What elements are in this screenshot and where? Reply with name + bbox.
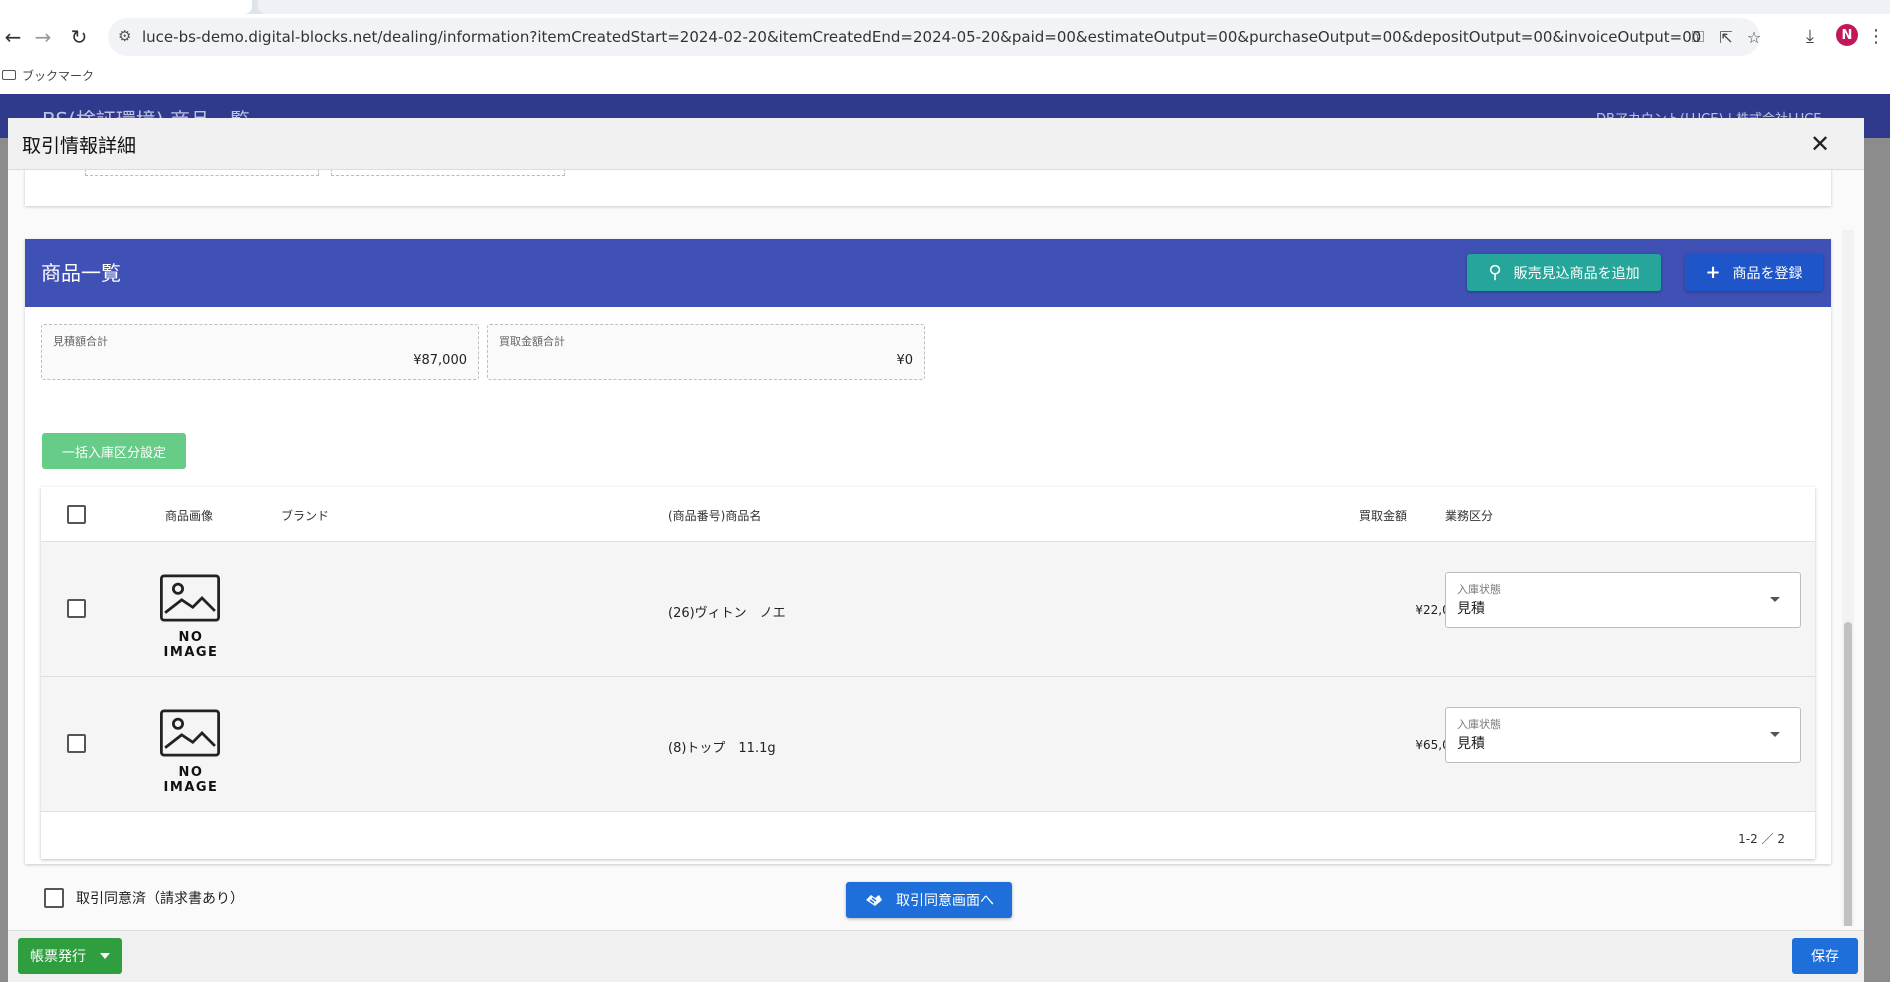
url-text[interactable]: luce-bs-demo.digital-blocks.net/dealing/… (142, 28, 1702, 46)
go-to-agreement-label: 取引同意画面へ (896, 893, 994, 909)
modal-content[interactable]: 商品一覧 ⚲ 販売見込商品を追加 + 商品を登録 見積額合計 ¥87,000 買… (8, 170, 1864, 926)
estimate-total-value: ¥87,000 (413, 353, 467, 368)
row-checkbox[interactable] (67, 734, 86, 753)
back-arrow-icon[interactable]: ← (0, 24, 26, 50)
deal-agreed-row[interactable]: 取引同意済（請求書あり） (44, 888, 244, 908)
col-image: 商品画像 (165, 509, 214, 523)
purchase-total-field: 買取金額合計 ¥0 (487, 324, 925, 380)
tab-strip (0, 0, 1890, 14)
purchase-total-value: ¥0 (896, 353, 913, 368)
deal-agreed-checkbox[interactable] (44, 888, 64, 908)
register-label: 商品を登録 (1732, 265, 1803, 282)
section-header: 商品一覧 ⚲ 販売見込商品を追加 + 商品を登録 (25, 239, 1831, 307)
stock-status-label: 入庫状態 (1457, 718, 1501, 731)
password-key-icon[interactable]: ⚿ (1688, 27, 1708, 47)
previous-section-card (25, 170, 1831, 206)
close-icon[interactable]: ✕ (1806, 130, 1834, 158)
bookmark-star-icon[interactable]: ☆ (1744, 27, 1764, 47)
no-image-placeholder: NO IMAGE (149, 709, 233, 799)
bookmarks-bar[interactable]: ブックマーク (0, 64, 94, 86)
issue-report-label: 帳票発行 (30, 949, 86, 965)
col-business-type: 業務区分 (1445, 509, 1494, 523)
image-placeholder-icon (160, 709, 220, 757)
no-image-placeholder: NO IMAGE (149, 574, 233, 664)
product-table: 商品画像 ブランド (商品番号)商品名 買取金額 業務区分 NO IMAGE (… (41, 487, 1815, 859)
add-estimate-label: 販売見込商品を追加 (1513, 265, 1640, 282)
deal-agreed-label[interactable]: 取引同意済（請求書あり） (76, 888, 244, 908)
prev-field (85, 170, 319, 176)
col-price: 買取金額 (1359, 509, 1408, 523)
site-settings-icon[interactable]: ⚙ (118, 27, 138, 47)
modal-header: 取引情報詳細 ✕ (8, 118, 1864, 170)
select-all-checkbox[interactable] (67, 505, 86, 524)
prev-field (331, 170, 565, 176)
pagination-info: 1-2 ／ 2 (1738, 832, 1785, 846)
estimate-total-field: 見積額合計 ¥87,000 (41, 324, 479, 380)
browser-tab-inactive[interactable] (258, 0, 1890, 14)
stock-status-value: 見積 (1457, 736, 1485, 752)
bulk-stock-type-button[interactable]: 一括入庫区分設定 (42, 433, 186, 469)
folder-icon (2, 70, 16, 80)
menu-dots-icon[interactable]: ⋮ (1864, 24, 1888, 48)
product-name: (8)トップ 11.1g (668, 741, 776, 756)
product-name: (26)ヴィトン ノエ (668, 606, 786, 621)
issue-report-button[interactable]: 帳票発行 (18, 938, 122, 974)
deal-detail-modal: 取引情報詳細 ✕ 商品一覧 ⚲ 販売見込商品を追加 + 商品を登録 見積額合計 (8, 118, 1864, 982)
save-button[interactable]: 保存 (1792, 938, 1858, 974)
address-bar[interactable]: ⚙ luce-bs-demo.digital-blocks.net/dealin… (108, 18, 1761, 56)
modal-footer: 帳票発行 保存 (8, 930, 1864, 982)
caret-down-icon (100, 953, 110, 959)
row-checkbox[interactable] (67, 599, 86, 618)
open-in-app-icon[interactable]: ⇱ (1716, 27, 1736, 47)
modal-title: 取引情報詳細 (22, 135, 137, 157)
stock-status-select[interactable]: 入庫状態 見積 (1445, 707, 1801, 763)
estimate-total-label: 見積額合計 (53, 335, 108, 348)
forward-arrow-icon[interactable]: → (30, 24, 56, 50)
no-image-text: NO IMAGE (163, 630, 219, 660)
stock-status-label: 入庫状態 (1457, 583, 1501, 596)
col-name: (商品番号)商品名 (668, 509, 762, 523)
no-image-text: NO IMAGE (163, 765, 219, 795)
section-title: 商品一覧 (41, 261, 121, 285)
purchase-total-label: 買取金額合計 (499, 335, 565, 348)
image-placeholder-icon (160, 574, 220, 622)
scrollbar-thumb[interactable] (1844, 622, 1852, 926)
reload-icon[interactable]: ↻ (66, 24, 92, 50)
profile-avatar[interactable]: N (1836, 24, 1858, 46)
go-to-agreement-button[interactable]: 取引同意画面へ (846, 882, 1012, 918)
table-row[interactable]: NO IMAGE (26)ヴィトン ノエ ¥22,000 入庫状態 見積 (41, 542, 1815, 677)
chevron-down-icon (1770, 597, 1780, 602)
handshake-icon (866, 895, 882, 906)
table-header: 商品画像 ブランド (商品番号)商品名 買取金額 業務区分 (41, 487, 1815, 542)
add-estimate-product-button[interactable]: ⚲ 販売見込商品を追加 (1467, 254, 1661, 291)
bookmarks-label[interactable]: ブックマーク (22, 67, 94, 84)
table-row[interactable]: NO IMAGE (8)トップ 11.1g ¥65,000 入庫状態 見積 (41, 677, 1815, 812)
browser-chrome: ← → ↻ ⚙ luce-bs-demo.digital-blocks.net/… (0, 0, 1890, 94)
search-icon: ⚲ (1488, 262, 1502, 283)
stock-status-value: 見積 (1457, 601, 1485, 617)
browser-tab[interactable] (0, 0, 252, 14)
plus-icon: + (1705, 262, 1721, 283)
download-icon[interactable]: ⤓ (1798, 24, 1822, 48)
product-list-section: 商品一覧 ⚲ 販売見込商品を追加 + 商品を登録 見積額合計 ¥87,000 買… (25, 239, 1831, 864)
stock-status-select[interactable]: 入庫状態 見積 (1445, 572, 1801, 628)
register-product-button[interactable]: + 商品を登録 (1685, 254, 1823, 291)
col-brand: ブランド (281, 509, 330, 523)
chevron-down-icon (1770, 732, 1780, 737)
